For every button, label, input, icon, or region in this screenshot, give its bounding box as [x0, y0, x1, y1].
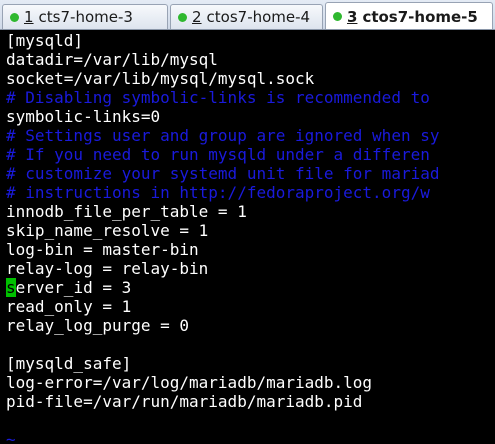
comment-line: # Settings user and group are ignored wh…	[6, 126, 440, 145]
tab-number: 2	[192, 8, 202, 26]
session-status-icon	[333, 12, 342, 21]
comment-line: # customize your systemd unit file for m…	[6, 164, 440, 183]
session-status-icon	[10, 12, 19, 22]
tab-title: ctos7-home-5	[362, 7, 478, 26]
config-line: innodb_file_per_table = 1	[6, 202, 247, 221]
config-line: pid-file=/var/run/mariadb/mariadb.pid	[6, 392, 363, 411]
config-line: skip_name_resolve = 1	[6, 221, 209, 240]
tab-ctos7-home-4[interactable]: 2 ctos7-home-4	[170, 4, 323, 29]
empty-buffer-marker: ~	[6, 430, 16, 444]
config-line: symbolic-links=0	[6, 107, 161, 126]
config-line: socket=/var/lib/mysql/mysql.sock	[6, 69, 315, 88]
config-line: datadir=/var/lib/mysql	[6, 50, 218, 69]
comment-line: # Disabling symbolic-links is recommende…	[6, 88, 430, 107]
config-line: log-bin = master-bin	[6, 240, 199, 259]
tab-number: 3	[347, 7, 358, 26]
config-line: relay-log = relay-bin	[6, 259, 209, 278]
config-line: log-error=/var/log/mariadb/mariadb.log	[6, 373, 373, 392]
config-line: read_only = 1	[6, 297, 132, 316]
terminal-editor[interactable]: [mysqld] datadir=/var/lib/mysql socket=/va…	[0, 30, 495, 444]
config-line	[6, 411, 495, 430]
comment-line: # instructions in http://fedoraproject.o…	[6, 183, 430, 202]
tab-title: cts7-home-3	[38, 8, 133, 26]
config-line: relay_log_purge = 0	[6, 316, 190, 335]
tab-cts7-home-3[interactable]: 1 cts7-home-3	[2, 4, 168, 29]
config-line: server_id = 3	[6, 278, 495, 297]
comment-line: # If you need to run mysqld under a diff…	[6, 145, 430, 164]
config-line: [mysqld_safe]	[6, 354, 132, 373]
tab-number: 1	[24, 8, 34, 26]
line-text: erver_id = 3	[15, 278, 132, 297]
tab-bar: 1 cts7-home-3 2 ctos7-home-4 3 ctos7-hom…	[0, 0, 495, 30]
session-status-icon	[178, 12, 187, 22]
text-cursor: s	[6, 278, 16, 297]
tab-title: ctos7-home-4	[206, 8, 311, 26]
config-line: [mysqld]	[6, 31, 84, 50]
tab-ctos7-home-5[interactable]: 3 ctos7-home-5	[325, 2, 493, 29]
config-line	[6, 335, 495, 354]
